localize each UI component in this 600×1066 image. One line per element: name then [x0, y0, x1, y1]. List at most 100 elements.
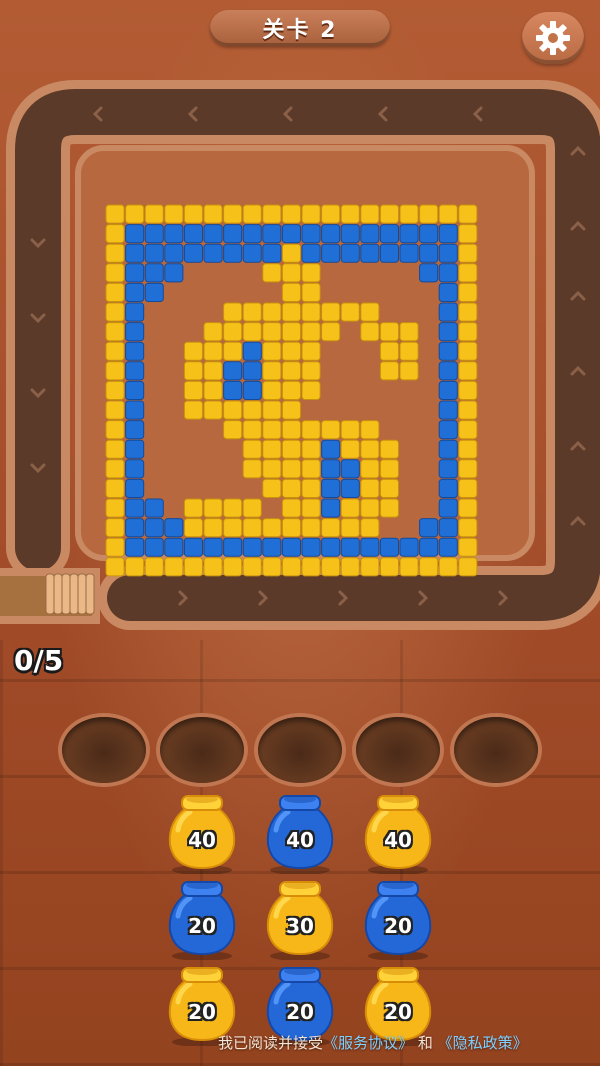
- pixel-block: [144, 263, 164, 283]
- pixel-block: [360, 478, 380, 498]
- pixel-block: [281, 224, 301, 244]
- pixel-block: [301, 341, 321, 361]
- pixel-block: [438, 322, 458, 342]
- pixel-block: [438, 282, 458, 302]
- pixel-block: [301, 322, 321, 342]
- pixel-block: [203, 243, 223, 263]
- service-agreement-link[interactable]: 《服务协议》: [323, 1034, 413, 1052]
- pixel-block: [379, 478, 399, 498]
- pixel-block: [105, 282, 125, 302]
- pixel-block: [164, 224, 184, 244]
- settings-button[interactable]: [522, 12, 584, 64]
- pixel-block: [125, 557, 145, 577]
- pixel-block: [242, 518, 262, 538]
- pixel-block: [144, 537, 164, 557]
- pixel-block: [419, 557, 439, 577]
- pixel-block: [360, 557, 380, 577]
- pixel-block: [379, 557, 399, 577]
- pixel-block: [105, 380, 125, 400]
- pixel-block: [301, 498, 321, 518]
- pixel-block: [340, 537, 360, 557]
- pixel-block: [340, 459, 360, 479]
- pixel-block: [262, 322, 282, 342]
- pixel-block: [301, 224, 321, 244]
- pot-value-label: 30: [286, 914, 314, 938]
- pixel-block: [223, 361, 243, 381]
- pixel-block: [419, 263, 439, 283]
- pixel-block: [438, 263, 458, 283]
- pot-blue[interactable]: 20: [162, 876, 242, 961]
- holding-slot[interactable]: [356, 717, 440, 783]
- pixel-block: [144, 498, 164, 518]
- pot-yellow[interactable]: 30: [260, 876, 340, 961]
- pixel-block: [360, 518, 380, 538]
- holding-slot[interactable]: [258, 717, 342, 783]
- pixel-block: [223, 302, 243, 322]
- pixel-block: [321, 439, 341, 459]
- pixel-block: [340, 420, 360, 440]
- pixel-block: [262, 518, 282, 538]
- pot-blue[interactable]: 20: [358, 876, 438, 961]
- pixel-block: [458, 498, 478, 518]
- pixel-block: [340, 439, 360, 459]
- pixel-block: [360, 459, 380, 479]
- pixel-block: [419, 224, 439, 244]
- pixel-block: [438, 518, 458, 538]
- holding-slot[interactable]: [62, 717, 146, 783]
- pixel-block: [360, 498, 380, 518]
- pixel-block: [144, 282, 164, 302]
- privacy-policy-link[interactable]: 《隐私政策》: [438, 1034, 528, 1052]
- pixel-block: [458, 557, 478, 577]
- pixel-block: [203, 322, 223, 342]
- pixel-block: [223, 537, 243, 557]
- pixel-block: [164, 204, 184, 224]
- pixel-block: [164, 537, 184, 557]
- pixel-block: [281, 263, 301, 283]
- pixel-block: [281, 302, 301, 322]
- pixel-block: [125, 282, 145, 302]
- pixel-block: [262, 204, 282, 224]
- pixel-block: [203, 557, 223, 577]
- pixel-block: [419, 518, 439, 538]
- pixel-block: [105, 557, 125, 577]
- pixel-block: [105, 420, 125, 440]
- holding-slot[interactable]: [160, 717, 244, 783]
- pixel-block: [360, 537, 380, 557]
- pixel-block: [183, 518, 203, 538]
- pixel-block: [125, 498, 145, 518]
- pixel-block: [125, 537, 145, 557]
- pixel-block: [419, 204, 439, 224]
- pixel-block: [242, 243, 262, 263]
- pixel-block: [438, 341, 458, 361]
- terms-prefix: 我已阅读并接受: [218, 1034, 324, 1052]
- pixel-block: [458, 518, 478, 538]
- pot-blue[interactable]: 40: [260, 790, 340, 875]
- pixel-block: [144, 224, 164, 244]
- pixel-block: [321, 204, 341, 224]
- pixel-block: [223, 322, 243, 342]
- pixel-block: [458, 322, 478, 342]
- pixel-block: [458, 439, 478, 459]
- pot-yellow[interactable]: 40: [358, 790, 438, 875]
- pixel-block: [281, 400, 301, 420]
- pixel-block: [105, 322, 125, 342]
- pixel-block: [105, 498, 125, 518]
- holding-slot[interactable]: [454, 717, 538, 783]
- pixel-block: [242, 341, 262, 361]
- pixel-block: [458, 224, 478, 244]
- pixel-block: [262, 302, 282, 322]
- pixel-block: [399, 557, 419, 577]
- pixel-block: [105, 263, 125, 283]
- pixel-block: [301, 263, 321, 283]
- terms-and: 和: [417, 1034, 433, 1052]
- pot-yellow[interactable]: 40: [162, 790, 242, 875]
- pixel-block: [125, 420, 145, 440]
- pixel-block: [183, 341, 203, 361]
- pixel-block: [242, 557, 262, 577]
- pixel-block: [125, 518, 145, 538]
- pixel-block: [458, 243, 478, 263]
- pixel-block: [223, 557, 243, 577]
- pixel-block: [125, 204, 145, 224]
- pixel-block: [105, 537, 125, 557]
- pixel-block: [301, 537, 321, 557]
